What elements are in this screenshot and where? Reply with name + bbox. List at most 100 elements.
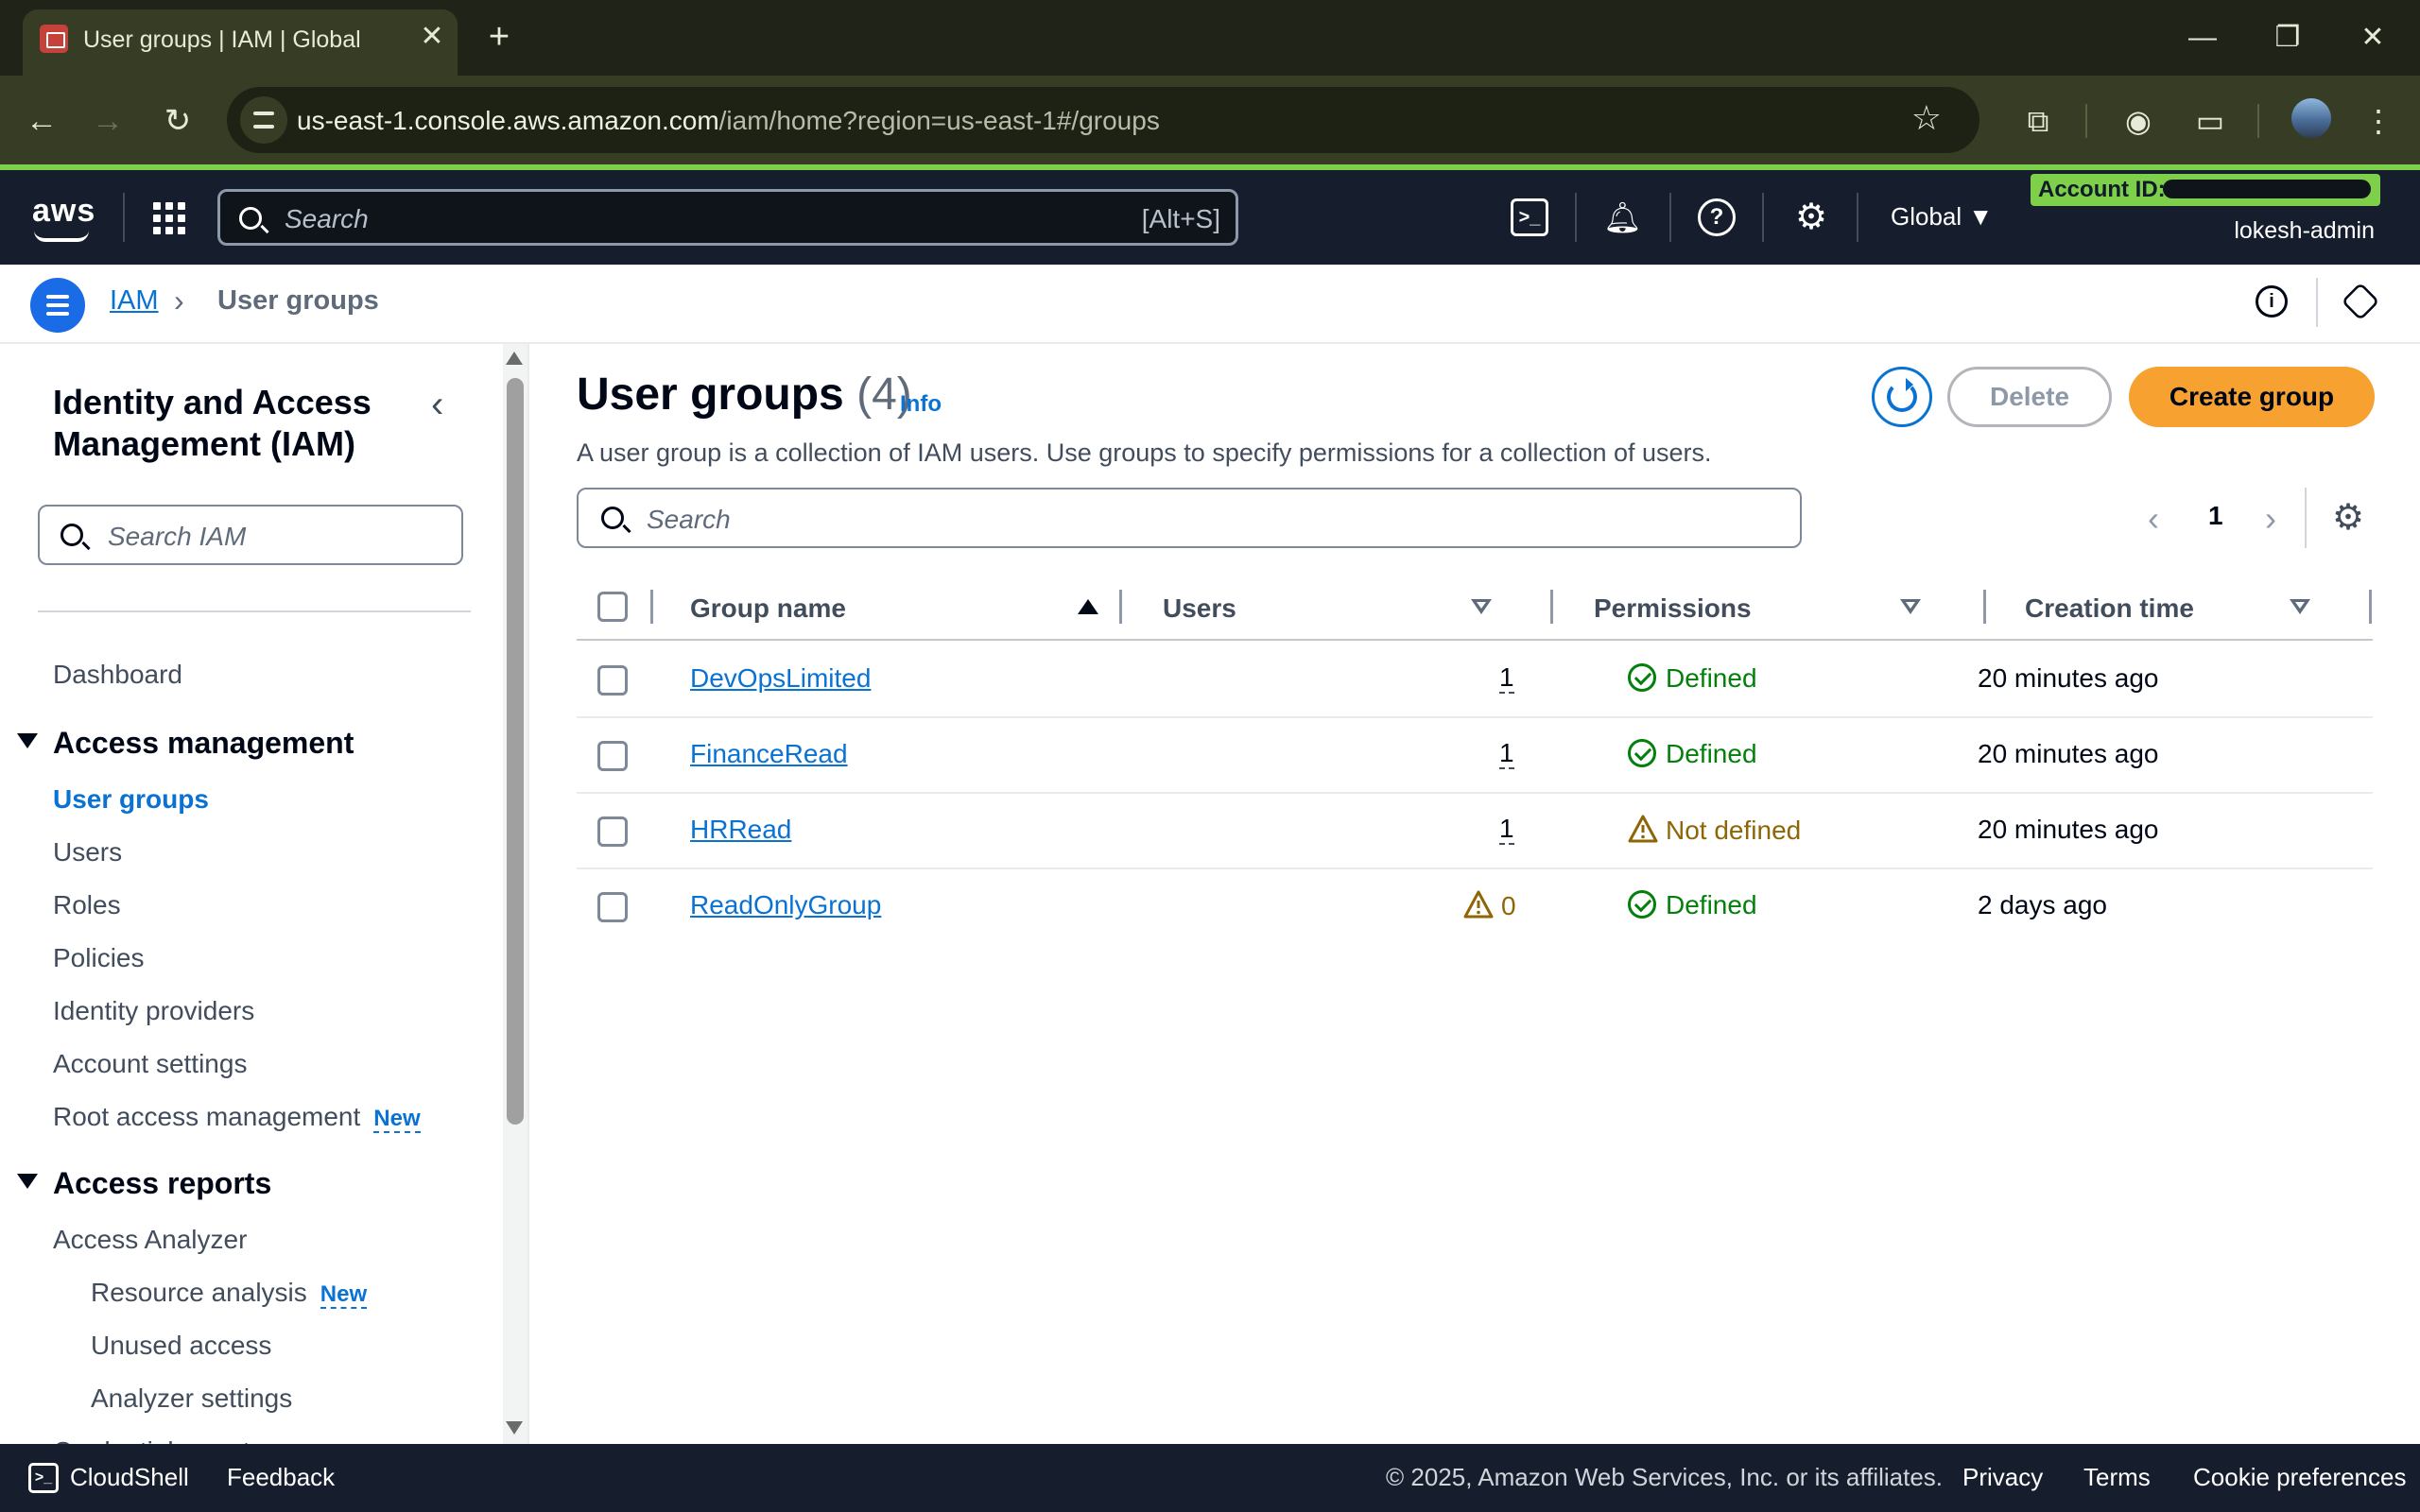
collapse-nav-icon[interactable]: ‹ [431,384,443,426]
cookie-preferences-link[interactable]: Cookie preferences [2193,1463,2406,1492]
services-grid-icon[interactable] [153,202,185,234]
scroll-down-arrow-icon[interactable] [506,1421,523,1435]
nav-item-analyzer-settings[interactable]: Analyzer settings [91,1383,292,1414]
page-number[interactable]: 1 [2208,501,2223,531]
users-count[interactable]: 1 [1499,815,1514,845]
cloudshell-icon[interactable]: >_ [28,1463,59,1493]
column-header-users[interactable]: Users [1163,593,1236,624]
nav-item-identity-providers[interactable]: Identity providers [53,996,254,1026]
nav-item-root-access-management[interactable]: Root access management New [53,1102,421,1133]
nav-item-access-analyzer[interactable]: Access Analyzer [53,1225,247,1255]
aws-search-input[interactable]: Search [Alt+S] [217,189,1238,246]
column-divider[interactable] [2369,590,2372,624]
nav-item-credential-report[interactable]: Credential report [53,1436,251,1444]
new-tab-button[interactable]: + [480,19,518,57]
nav-item-account-settings[interactable]: Account settings [53,1049,247,1079]
delete-button[interactable]: Delete [1947,367,2112,427]
cast-icon[interactable]: ▭ [2189,100,2231,142]
reload-icon[interactable]: ↻ [155,98,200,144]
group-name-link[interactable]: ReadOnlyGroup [690,890,881,920]
column-divider[interactable] [1119,590,1122,624]
users-count[interactable]: 1 [1499,663,1514,694]
nav-item-dashboard[interactable]: Dashboard [53,660,182,690]
toolbar-divider [2085,104,2087,138]
extensions-icon[interactable]: ⧉ [2017,100,2059,142]
site-info-icon[interactable] [240,96,287,144]
nav-section-access-management[interactable]: Access management [53,726,354,761]
table-row[interactable]: FinanceRead 1 Defined 20 minutes ago [577,718,2373,794]
column-header-group-name[interactable]: Group name [690,593,846,624]
column-divider[interactable] [1983,590,1986,624]
account-id-badge[interactable]: Account ID: [2031,174,2380,206]
expand-caret-icon[interactable] [17,733,38,748]
nav-scrollbar-thumb[interactable] [507,378,524,1125]
nav-item-roles[interactable]: Roles [53,890,121,920]
previous-page-icon[interactable]: ‹ [2148,499,2159,539]
info-link[interactable]: Info [900,391,942,418]
terms-link[interactable]: Terms [2083,1463,2151,1492]
column-header-permissions[interactable]: Permissions [1594,593,1752,624]
group-name-link[interactable]: HRRead [690,815,791,845]
group-name-link[interactable]: DevOpsLimited [690,663,871,694]
close-window-icon[interactable]: ✕ [2344,15,2401,60]
browser-tab[interactable]: User groups | IAM | Global ✕ [23,9,458,76]
select-all-checkbox[interactable] [597,592,628,622]
column-divider[interactable] [1550,590,1553,624]
nav-item-users[interactable]: Users [53,837,122,868]
header-divider [123,193,125,242]
screenshot-icon[interactable]: ◉ [2118,100,2159,142]
sort-descending-icon[interactable] [1471,599,1492,614]
privacy-link[interactable]: Privacy [1962,1463,2043,1492]
nav-item-user-groups[interactable]: User groups [53,784,209,815]
breadcrumb-iam-link[interactable]: IAM [110,285,159,317]
users-count[interactable]: 1 [1499,739,1514,769]
group-name-link[interactable]: FinanceRead [690,739,848,769]
refresh-button[interactable] [1872,367,1932,427]
sort-descending-icon[interactable] [1900,599,1921,614]
table-search-input[interactable]: Search [577,488,1802,548]
table-row[interactable]: DevOpsLimited 1 Defined 20 minutes ago [577,643,2373,718]
scroll-up-arrow-icon[interactable] [506,352,523,365]
aws-logo[interactable]: aws [32,193,95,230]
back-arrow-icon[interactable]: ← [19,98,64,144]
minimize-icon[interactable]: — [2174,15,2231,60]
user-menu[interactable]: lokesh-admin [2234,217,2375,245]
table-row[interactable]: HRRead 1 Not defined 20 minutes ago [577,794,2373,869]
tab-close-icon[interactable]: ✕ [415,21,449,55]
cloudshell-link[interactable]: CloudShell [70,1463,189,1492]
table-preferences-gear-icon[interactable]: ⚙ [2329,499,2367,537]
next-page-icon[interactable]: › [2265,499,2276,539]
help-icon[interactable]: ? [1698,198,1736,236]
row-checkbox[interactable] [597,741,628,771]
profile-avatar[interactable] [2291,98,2331,138]
settings-gear-icon[interactable]: ⚙ [1792,198,1830,236]
notifications-bell-icon[interactable]: 🔔︎ [1603,198,1642,236]
row-checkbox[interactable] [597,816,628,847]
forward-arrow-icon[interactable]: → [85,98,130,144]
expand-caret-icon[interactable] [17,1174,38,1189]
nav-item-unused-access[interactable]: Unused access [91,1331,271,1361]
nav-item-policies[interactable]: Policies [53,943,144,973]
more-menu-icon[interactable]: ⋮ [2358,100,2399,142]
table-row[interactable]: ReadOnlyGroup 0 Defined 2 days ago [577,869,2373,945]
refresh-icon [1887,378,1917,412]
row-checkbox[interactable] [597,665,628,696]
permissions-status: Defined [1628,890,1757,920]
restore-window-icon[interactable]: ❐ [2259,15,2316,60]
nav-item-resource-analysis[interactable]: Resource analysis New [91,1278,368,1309]
bookmark-star-icon[interactable]: ☆ [1911,98,1942,138]
sort-descending-icon[interactable] [2290,599,2310,614]
search-iam-input[interactable]: Search IAM [38,505,463,565]
hamburger-menu-icon[interactable] [30,278,85,333]
region-selector[interactable]: Global ▼ [1891,202,1993,232]
sort-ascending-icon[interactable] [1078,599,1098,614]
nav-section-access-reports[interactable]: Access reports [53,1166,271,1201]
security-hub-icon[interactable] [2341,282,2380,321]
row-checkbox[interactable] [597,892,628,922]
feedback-link[interactable]: Feedback [227,1463,335,1492]
cloudshell-icon[interactable]: >_ [1511,198,1548,236]
address-bar[interactable]: us-east-1.console.aws.amazon.com/iam/hom… [227,87,1979,153]
column-header-creation-time[interactable]: Creation time [2025,593,2194,624]
info-panel-icon[interactable]: i [2256,285,2288,318]
create-group-button[interactable]: Create group [2129,367,2375,427]
